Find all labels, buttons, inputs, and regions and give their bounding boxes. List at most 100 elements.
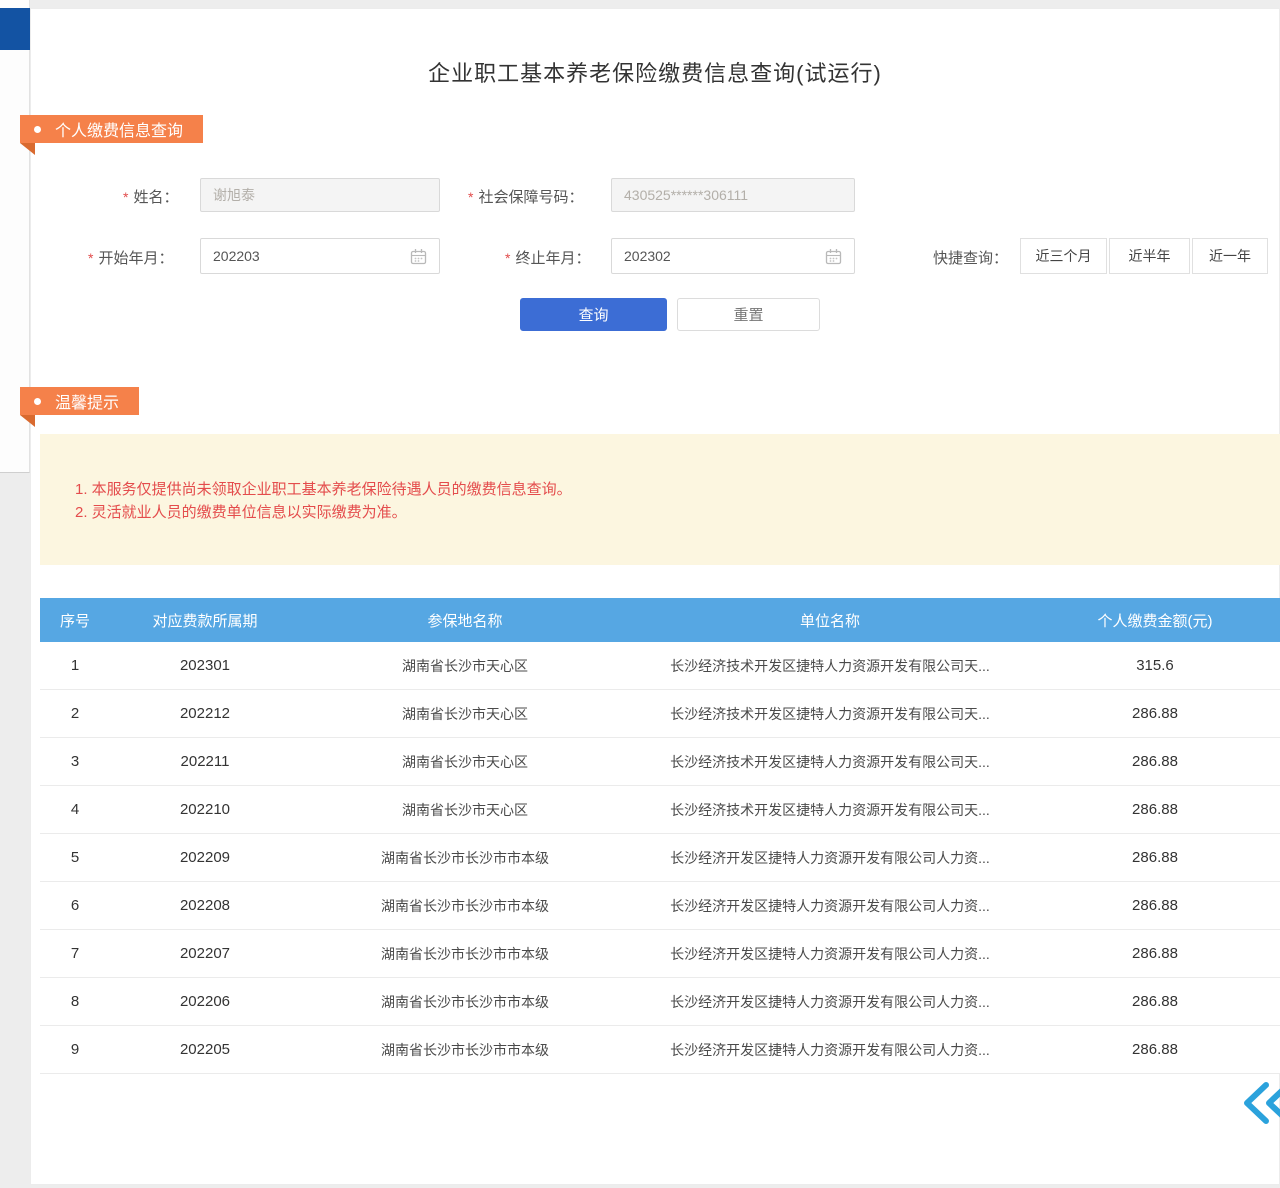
cell-seq: 3 (40, 753, 110, 770)
cell-company: 长沙经济技术开发区捷特人力资源开发有限公司天... (630, 656, 1030, 676)
cell-area: 湖南省长沙市天心区 (300, 752, 630, 772)
cell-company: 长沙经济开发区捷特人力资源开发有限公司人力资... (630, 992, 1030, 1012)
cell-amount: 286.88 (1030, 1041, 1280, 1058)
name-field-label: *姓名： (123, 186, 178, 207)
end-month-input[interactable]: 202302 (611, 238, 855, 274)
table-row: 7 202207 湖南省长沙市长沙市市本级 长沙经济开发区捷特人力资源开发有限公… (40, 930, 1280, 978)
start-month-label: *开始年月： (88, 247, 173, 268)
cell-company: 长沙经济开发区捷特人力资源开发有限公司人力资... (630, 848, 1030, 868)
cell-seq: 7 (40, 945, 110, 962)
section-ribbon-tips: 温馨提示 (20, 387, 139, 415)
ssn-field: 430525******306111 (611, 178, 855, 212)
sidebar-active-indicator[interactable] (0, 8, 34, 50)
cell-amount: 286.88 (1030, 945, 1280, 962)
cell-amount: 286.88 (1030, 705, 1280, 722)
end-month-value: 202302 (624, 248, 825, 264)
calendar-icon[interactable] (410, 248, 427, 265)
cell-company: 长沙经济技术开发区捷特人力资源开发有限公司天... (630, 704, 1030, 724)
name-field-value: 谢旭泰 (213, 185, 255, 205)
cell-period: 202209 (110, 849, 300, 866)
cell-seq: 6 (40, 897, 110, 914)
cell-seq: 2 (40, 705, 110, 722)
name-field: 谢旭泰 (200, 178, 440, 212)
table-header-row: 序号 对应费款所属期 参保地名称 单位名称 个人缴费金额(元) (40, 598, 1280, 642)
ribbon-fold-decoration (20, 415, 35, 427)
cell-period: 202212 (110, 705, 300, 722)
col-header-area: 参保地名称 (300, 610, 630, 631)
required-asterisk: * (505, 250, 510, 266)
bullet-dot-icon (34, 398, 41, 405)
tips-line-1: 1. 本服务仅提供尚未领取企业职工基本养老保险待遇人员的缴费信息查询。 (75, 478, 1280, 501)
cell-area: 湖南省长沙市长沙市市本级 (300, 848, 630, 868)
cell-company: 长沙经济开发区捷特人力资源开发有限公司人力资... (630, 1040, 1030, 1060)
required-asterisk: * (468, 189, 473, 205)
col-header-seq: 序号 (40, 610, 110, 631)
cell-amount: 286.88 (1030, 993, 1280, 1010)
cell-period: 202301 (110, 657, 300, 674)
table-row: 4 202210 湖南省长沙市天心区 长沙经济技术开发区捷特人力资源开发有限公司… (40, 786, 1280, 834)
cell-area: 湖南省长沙市长沙市市本级 (300, 992, 630, 1012)
section-ribbon-tips-label: 温馨提示 (55, 389, 119, 413)
cell-area: 湖南省长沙市天心区 (300, 800, 630, 820)
table-row: 6 202208 湖南省长沙市长沙市市本级 长沙经济开发区捷特人力资源开发有限公… (40, 882, 1280, 930)
ssn-field-value: 430525******306111 (624, 187, 748, 203)
reset-button[interactable]: 重置 (677, 298, 820, 331)
cell-company: 长沙经济技术开发区捷特人力资源开发有限公司天... (630, 752, 1030, 772)
cell-area: 湖南省长沙市长沙市市本级 (300, 1040, 630, 1060)
bullet-dot-icon (34, 126, 41, 133)
table-row: 5 202209 湖南省长沙市长沙市市本级 长沙经济开发区捷特人力资源开发有限公… (40, 834, 1280, 882)
quick-query-last-year-button[interactable]: 近一年 (1192, 238, 1268, 274)
cell-amount: 286.88 (1030, 801, 1280, 818)
table-row: 2 202212 湖南省长沙市天心区 长沙经济技术开发区捷特人力资源开发有限公司… (40, 690, 1280, 738)
cell-seq: 4 (40, 801, 110, 818)
pension-query-page: 企业职工基本养老保险缴费信息查询(试运行) 个人缴费信息查询 *姓名： 谢旭泰 … (0, 0, 1280, 1188)
col-header-period: 对应费款所属期 (110, 610, 300, 631)
table-row: 8 202206 湖南省长沙市长沙市市本级 长沙经济开发区捷特人力资源开发有限公… (40, 978, 1280, 1026)
cell-area: 湖南省长沙市长沙市市本级 (300, 944, 630, 964)
cell-period: 202210 (110, 801, 300, 818)
query-button[interactable]: 查询 (520, 298, 667, 331)
cell-amount: 315.6 (1030, 657, 1280, 674)
tips-line-2: 2. 灵活就业人员的缴费单位信息以实际缴费为准。 (75, 501, 1280, 524)
cell-period: 202207 (110, 945, 300, 962)
required-asterisk: * (88, 250, 93, 266)
cell-period: 202205 (110, 1041, 300, 1058)
page-title: 企业职工基本养老保险缴费信息查询(试运行) (30, 56, 1280, 88)
quick-query-label: 快捷查询： (933, 247, 1008, 268)
cell-amount: 286.88 (1030, 753, 1280, 770)
cell-period: 202208 (110, 897, 300, 914)
table-row: 9 202205 湖南省长沙市长沙市市本级 长沙经济开发区捷特人力资源开发有限公… (40, 1026, 1280, 1074)
calendar-icon[interactable] (825, 248, 842, 265)
quick-query-last-6-months-button[interactable]: 近半年 (1109, 238, 1190, 274)
col-header-company: 单位名称 (630, 610, 1030, 631)
cell-company: 长沙经济技术开发区捷特人力资源开发有限公司天... (630, 800, 1030, 820)
cell-period: 202206 (110, 993, 300, 1010)
end-month-label: *终止年月： (505, 247, 590, 268)
cell-period: 202211 (110, 753, 300, 770)
start-month-input[interactable]: 202203 (200, 238, 440, 274)
quick-query-last-3-months-button[interactable]: 近三个月 (1020, 238, 1107, 274)
table-row: 1 202301 湖南省长沙市天心区 长沙经济技术开发区捷特人力资源开发有限公司… (40, 642, 1280, 690)
payment-table: 序号 对应费款所属期 参保地名称 单位名称 个人缴费金额(元) 1 202301… (40, 598, 1280, 1074)
cell-company: 长沙经济开发区捷特人力资源开发有限公司人力资... (630, 896, 1030, 916)
ssn-field-label: *社会保障号码： (468, 186, 583, 207)
ribbon-fold-decoration (20, 143, 35, 155)
section-ribbon-query: 个人缴费信息查询 (20, 115, 203, 143)
cell-seq: 1 (40, 657, 110, 674)
cell-company: 长沙经济开发区捷特人力资源开发有限公司人力资... (630, 944, 1030, 964)
cell-seq: 5 (40, 849, 110, 866)
col-header-amount: 个人缴费金额(元) (1030, 610, 1280, 631)
cell-seq: 8 (40, 993, 110, 1010)
section-ribbon-query-label: 个人缴费信息查询 (55, 117, 183, 141)
start-month-value: 202203 (213, 248, 410, 264)
tips-notice-box: 1. 本服务仅提供尚未领取企业职工基本养老保险待遇人员的缴费信息查询。 2. 灵… (40, 434, 1280, 565)
cell-amount: 286.88 (1030, 849, 1280, 866)
cell-area: 湖南省长沙市天心区 (300, 704, 630, 724)
cell-seq: 9 (40, 1041, 110, 1058)
required-asterisk: * (123, 189, 128, 205)
table-row: 3 202211 湖南省长沙市天心区 长沙经济技术开发区捷特人力资源开发有限公司… (40, 738, 1280, 786)
double-left-chevron-icon[interactable] (1240, 1080, 1280, 1126)
cell-area: 湖南省长沙市天心区 (300, 656, 630, 676)
cell-area: 湖南省长沙市长沙市市本级 (300, 896, 630, 916)
cell-amount: 286.88 (1030, 897, 1280, 914)
